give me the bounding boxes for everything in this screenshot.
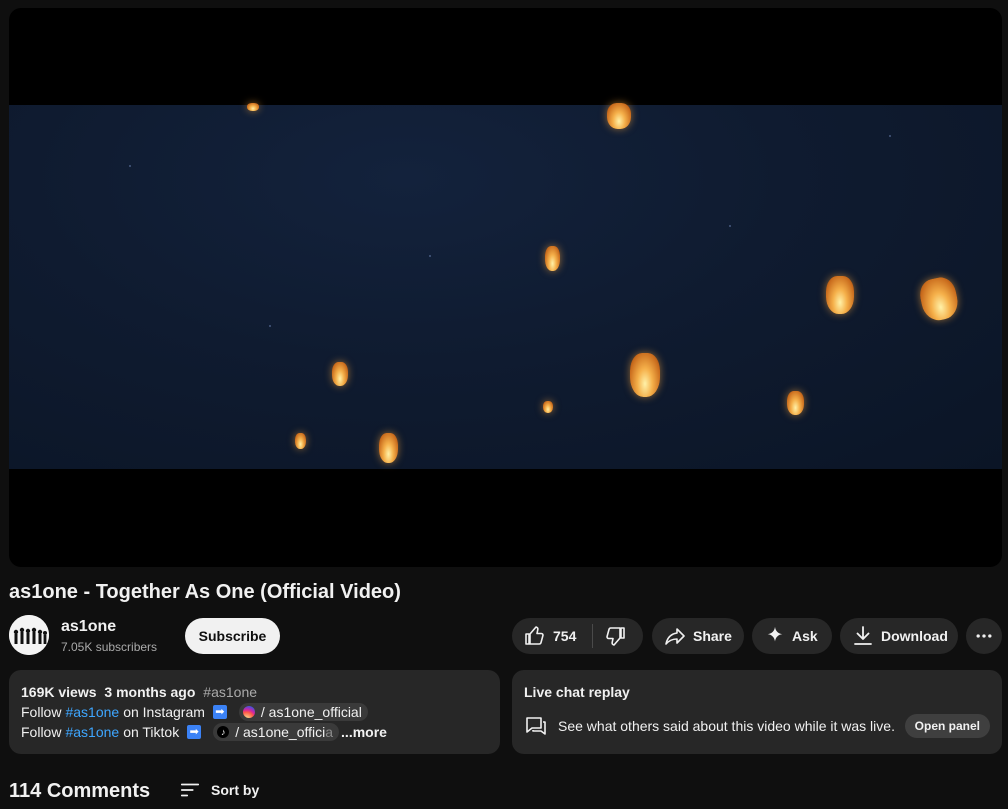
platform-text: on Instagram xyxy=(123,704,205,720)
follow-text: Follow xyxy=(21,704,62,720)
description-hashtag[interactable]: #as1one xyxy=(203,684,257,700)
subscriber-count: 7.05K subscribers xyxy=(61,640,158,654)
comments-count: 114 Comments xyxy=(9,780,151,802)
video-player[interactable] xyxy=(9,8,1002,567)
video-title: as1one - Together As One (Official Video… xyxy=(9,581,401,603)
more-horizontal-icon xyxy=(976,634,992,638)
subscribe-button[interactable]: Subscribe xyxy=(185,618,280,654)
video-frame xyxy=(9,103,1002,469)
channel-avatar[interactable] xyxy=(9,615,49,655)
thumbs-down-icon xyxy=(606,627,626,646)
like-count: 754 xyxy=(553,628,577,644)
channel-name[interactable]: as1one xyxy=(61,618,116,636)
arrow-right-icon: ➡ xyxy=(187,725,202,739)
lantern xyxy=(543,401,553,413)
tiktok-link[interactable]: ♪ / as1one_offici a xyxy=(213,723,340,741)
lantern xyxy=(332,362,348,386)
description-line: Follow #as1one on Tiktok ➡ ♪ / as1one_of… xyxy=(21,722,488,742)
avatar-image xyxy=(9,615,49,655)
upload-age: 3 months ago xyxy=(104,684,196,700)
share-label: Share xyxy=(693,628,732,644)
description-meta: 169K views 3 months ago #as1one xyxy=(21,682,488,702)
hashtag-link[interactable]: #as1one xyxy=(65,722,119,742)
hashtag-link[interactable]: #as1one xyxy=(65,702,119,722)
more-actions-button[interactable] xyxy=(966,618,1002,654)
live-chat-title: Live chat replay xyxy=(524,684,630,700)
tiktok-handle: / as1one_offici xyxy=(235,724,326,740)
instagram-icon xyxy=(242,706,255,718)
sort-by-button[interactable]: Sort by xyxy=(179,779,259,801)
lantern xyxy=(379,433,398,463)
lantern xyxy=(607,103,631,129)
lantern xyxy=(826,276,854,314)
arrow-right-icon: ➡ xyxy=(212,705,227,719)
like-button[interactable]: 754 xyxy=(512,618,576,654)
lantern xyxy=(545,246,560,271)
sort-by-label: Sort by xyxy=(211,782,260,798)
star xyxy=(889,135,891,137)
sparkle-icon xyxy=(767,626,783,642)
sort-lines-icon xyxy=(180,783,200,797)
tiktok-icon: ♪ xyxy=(217,726,230,738)
lantern xyxy=(630,353,660,397)
ask-label: Ask xyxy=(792,628,818,644)
share-arrow-icon xyxy=(665,628,685,645)
lantern xyxy=(787,391,804,415)
star xyxy=(129,165,131,167)
dislike-button[interactable] xyxy=(593,618,637,654)
lantern xyxy=(247,103,259,111)
star xyxy=(429,255,431,257)
open-panel-button[interactable]: Open panel xyxy=(904,714,990,738)
ask-button[interactable]: Ask xyxy=(752,618,832,654)
tiktok-handle-faded: a xyxy=(325,724,334,740)
live-chat-replay-box: Live chat replay See what others said ab… xyxy=(512,670,1002,754)
download-button[interactable]: Download xyxy=(840,618,958,654)
live-chat-text: See what others said about this video wh… xyxy=(558,718,895,734)
lantern xyxy=(295,433,306,449)
follow-text: Follow xyxy=(21,724,62,740)
download-icon xyxy=(854,626,872,645)
show-more-link[interactable]: ...more xyxy=(341,722,387,742)
view-count: 169K views xyxy=(21,684,97,700)
like-dislike-group: 754 xyxy=(512,618,643,654)
star xyxy=(729,225,731,227)
description-line: Follow #as1one on Instagram ➡ / as1one_o… xyxy=(21,702,488,722)
instagram-handle: / as1one_official xyxy=(260,704,362,720)
lantern xyxy=(917,274,961,324)
instagram-link[interactable]: / as1one_official xyxy=(238,703,368,721)
share-button[interactable]: Share xyxy=(652,618,744,654)
download-label: Download xyxy=(881,628,948,644)
platform-text: on Tiktok xyxy=(123,724,180,740)
chat-bubbles-icon xyxy=(526,717,546,735)
star xyxy=(269,325,271,327)
description-box[interactable]: 169K views 3 months ago #as1one Follow #… xyxy=(9,670,500,754)
thumbs-up-icon xyxy=(525,626,544,645)
